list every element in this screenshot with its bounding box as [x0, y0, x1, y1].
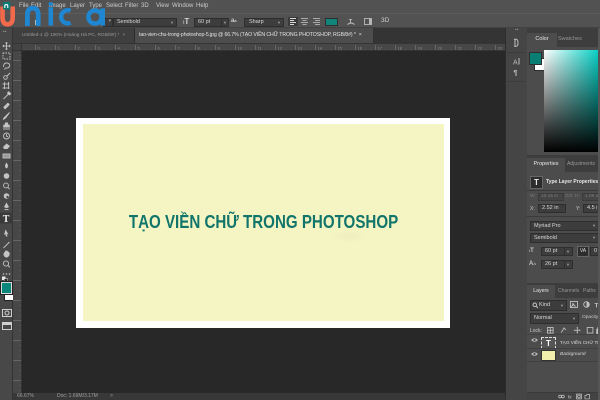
svg-text:12: 12	[278, 46, 283, 51]
svg-text:A: A	[513, 60, 518, 67]
svg-text:T: T	[3, 214, 10, 225]
svg-text:fx: fx	[568, 394, 572, 399]
svg-text:22: 22	[478, 46, 483, 51]
svg-text:21: 21	[458, 46, 463, 51]
svg-text:13: 13	[298, 46, 303, 51]
svg-text:17: 17	[378, 46, 383, 51]
svg-text:14: 14	[318, 46, 323, 51]
svg-text:18: 18	[398, 46, 403, 51]
svg-text:10: 10	[238, 46, 243, 51]
svg-text:20: 20	[438, 46, 443, 51]
svg-text:15: 15	[338, 46, 343, 51]
svg-text:T: T	[349, 19, 353, 25]
svg-text:19: 19	[418, 46, 423, 51]
svg-text:23: 23	[498, 46, 503, 51]
svg-text:¶: ¶	[514, 70, 518, 77]
svg-text:16: 16	[358, 46, 363, 51]
svg-text:11: 11	[258, 46, 263, 51]
